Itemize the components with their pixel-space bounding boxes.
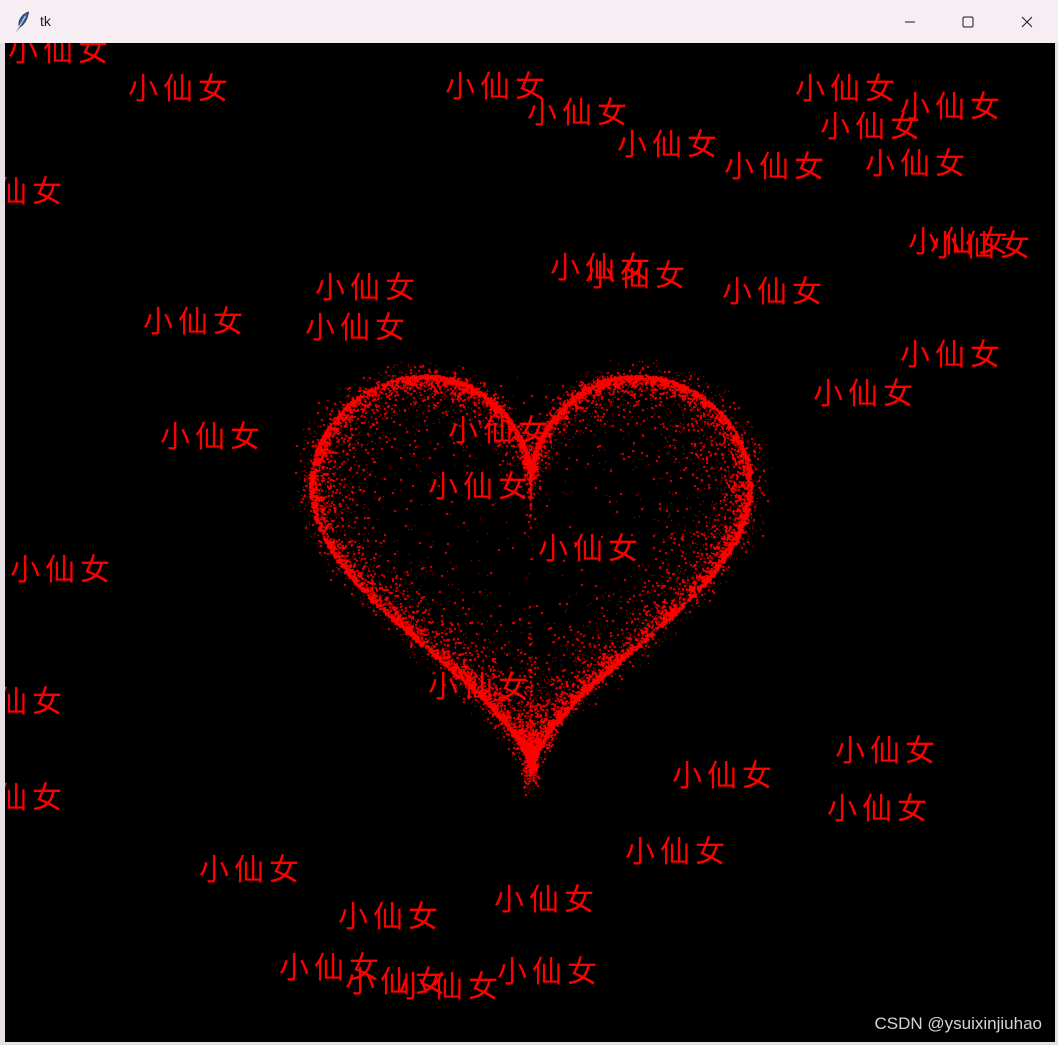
floating-label: 小仙女 <box>835 734 940 769</box>
floating-label: 小仙女 <box>128 72 233 107</box>
floating-label: 小仙女 <box>722 275 827 310</box>
minimize-button[interactable] <box>881 0 939 43</box>
floating-label: 小仙女 <box>494 883 599 918</box>
drawing-canvas: 小仙女 小仙女 小仙女 小仙女 小仙女 小仙女 小仙女 小仙女 小仙女 小仙女 … <box>5 43 1055 1042</box>
floating-label: 小仙女 <box>813 377 918 412</box>
floating-label: 小仙女 <box>497 955 602 990</box>
app-window: tk 小仙女 小仙女 小仙女 小仙女 小仙女 小仙女 小仙女 小仙女 小仙女 小… <box>0 0 1058 1045</box>
minimize-icon <box>904 16 916 28</box>
floating-label: 小仙女 <box>795 72 900 107</box>
floating-label: 小仙女 <box>527 96 632 131</box>
floating-label: 小仙女 <box>338 900 443 935</box>
floating-label: 小仙女 <box>900 338 1005 373</box>
floating-label: 小仙女 <box>865 147 970 182</box>
floating-label: 小仙女 <box>5 175 67 210</box>
floating-label: 小仙女 <box>8 43 113 69</box>
floating-label: 小仙女 <box>5 685 67 720</box>
floating-label: 小仙女 <box>724 150 829 185</box>
floating-label: 小仙女 <box>5 781 67 816</box>
floating-label: 小仙女 <box>10 553 115 588</box>
floating-label: 小仙女 <box>398 970 503 1005</box>
floating-label: 小仙女 <box>199 853 304 888</box>
close-icon <box>1021 16 1033 28</box>
floating-label: 小仙女 <box>315 271 420 306</box>
maximize-icon <box>962 16 974 28</box>
floating-label: 小仙女 <box>625 835 730 870</box>
watermark: CSDN @ysuixinjiuhao <box>874 1014 1043 1033</box>
window-title: tk <box>40 13 51 29</box>
floating-label: 小仙女 <box>930 229 1035 264</box>
title-bar[interactable]: tk <box>0 0 1058 43</box>
feather-icon <box>14 11 30 33</box>
floating-label: 小仙女 <box>428 470 533 505</box>
floating-label: 小仙女 <box>428 670 533 705</box>
close-button[interactable] <box>998 0 1056 43</box>
floating-label: 小仙女 <box>160 420 265 455</box>
floating-label: 小仙女 <box>305 311 410 346</box>
floating-label: 小仙女 <box>672 759 777 794</box>
floating-label: 小仙女 <box>143 305 248 340</box>
maximize-button[interactable] <box>939 0 997 43</box>
floating-label: 小仙女 <box>538 532 643 567</box>
floating-label: 小仙女 <box>448 414 553 449</box>
floating-label: 小仙女 <box>617 128 722 163</box>
floating-label: 小仙女 <box>585 259 690 294</box>
floating-label: 小仙女 <box>827 792 932 827</box>
floating-label: 小仙女 <box>820 110 925 145</box>
